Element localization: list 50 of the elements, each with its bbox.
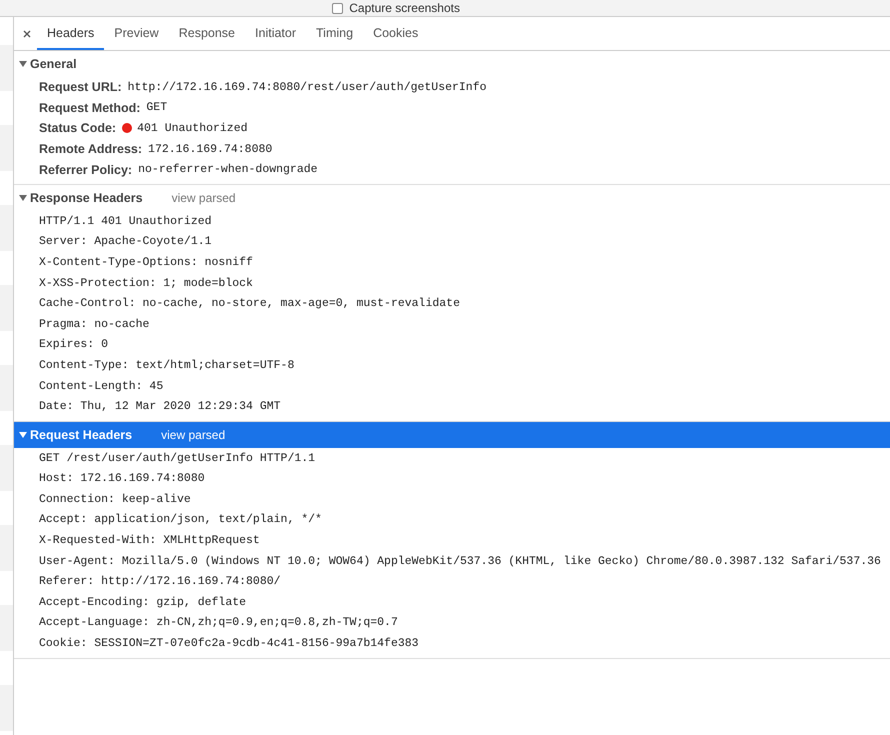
tab[interactable]: Cookies xyxy=(363,17,428,50)
header-line: Date: Thu, 12 Mar 2020 12:29:34 GMT xyxy=(39,400,281,414)
header-value: GET xyxy=(146,101,168,114)
header-line: Host: 172.16.169.74:8080 xyxy=(39,472,205,486)
header-name: Remote Address: xyxy=(39,142,142,156)
header-line: X-Requested-With: XMLHttpRequest xyxy=(39,534,260,548)
triangle-icon xyxy=(19,61,27,67)
section-header[interactable]: General xyxy=(14,51,890,77)
header-line: Pragma: no-cache xyxy=(39,318,150,331)
header-line: Content-Length: 45 xyxy=(39,380,164,393)
header-name: Request URL: xyxy=(39,80,122,94)
view-parsed-link[interactable]: view parsed xyxy=(172,190,236,205)
header-value: no-referrer-when-downgrade xyxy=(138,163,318,176)
tab[interactable]: Preview xyxy=(104,17,169,50)
capture-checkbox[interactable] xyxy=(332,2,344,14)
header-line: Accept-Encoding: gzip, deflate xyxy=(39,596,246,609)
header-value: 172.16.169.74:8080 xyxy=(148,142,272,156)
tab[interactable]: Headers xyxy=(37,17,104,50)
triangle-icon xyxy=(19,432,27,438)
header-value: http://172.16.169.74:8080/rest/user/auth/getUserInfo xyxy=(128,80,487,94)
header-line: Connection: keep-alive xyxy=(39,492,191,506)
header-name: Request Method: xyxy=(39,100,140,115)
section-title: General xyxy=(30,57,77,71)
header-line: Accept-Language: zh-CN,zh;q=0.9,en;q=0.8,zh-TW;q=0.7 xyxy=(39,616,398,630)
header-line: Accept: application/json, text/plain, */* xyxy=(39,513,322,526)
header-line: HTTP/1.1 401 Unauthorized xyxy=(39,214,212,228)
view-parsed-link[interactable]: view parsed xyxy=(161,428,226,442)
header-line: Expires: 0 xyxy=(39,338,108,352)
header-line: Cookie: SESSION=ZT-07e0fc2a-9cdb-4c41-8156-99a7b14fe383 xyxy=(39,637,419,650)
section-header[interactable]: Response Headers view parsed xyxy=(14,184,890,211)
header-name: Status Code: xyxy=(39,121,116,136)
header-line: Content-Type: text/html;charset=UTF-8 xyxy=(39,358,294,372)
section-title: Response Headers xyxy=(30,190,143,205)
header-line: Server: Apache-Coyote/1.1 xyxy=(39,235,212,248)
triangle-icon xyxy=(19,194,27,201)
tab[interactable]: Initiator xyxy=(245,17,306,50)
header-line: User-Agent: Mozilla/5.0 (Windows NT 10.0; WOW64) AppleWebKit/537.36 (KHTML, like Gecko) Chrome/80.0.3987.132 Safari/537.36 xyxy=(39,554,881,568)
header-name: Referrer Policy: xyxy=(39,162,132,177)
header-line: Referer: http://172.16.169.74:8080/ xyxy=(39,575,281,588)
section-title: Request Headers xyxy=(30,428,132,442)
header-line: X-XSS-Protection: 1; mode=block xyxy=(39,276,253,290)
header-line: Cache-Control: no-cache, no-store, max-age=0, must-revalidate xyxy=(39,297,460,310)
header-value: 401 Unauthorized xyxy=(137,122,248,135)
header-line: X-Content-Type-Options: nosniff xyxy=(39,256,253,269)
tab[interactable]: Response xyxy=(168,17,246,50)
header-line: GET /rest/user/auth/getUserInfo HTTP/1.1 xyxy=(39,452,316,465)
tab[interactable]: Timing xyxy=(306,17,364,50)
section-header[interactable]: Request Headers view parsed xyxy=(14,422,890,448)
close-icon[interactable] xyxy=(22,28,32,38)
capture-screenshots-label: Capture screenshots xyxy=(349,1,460,15)
